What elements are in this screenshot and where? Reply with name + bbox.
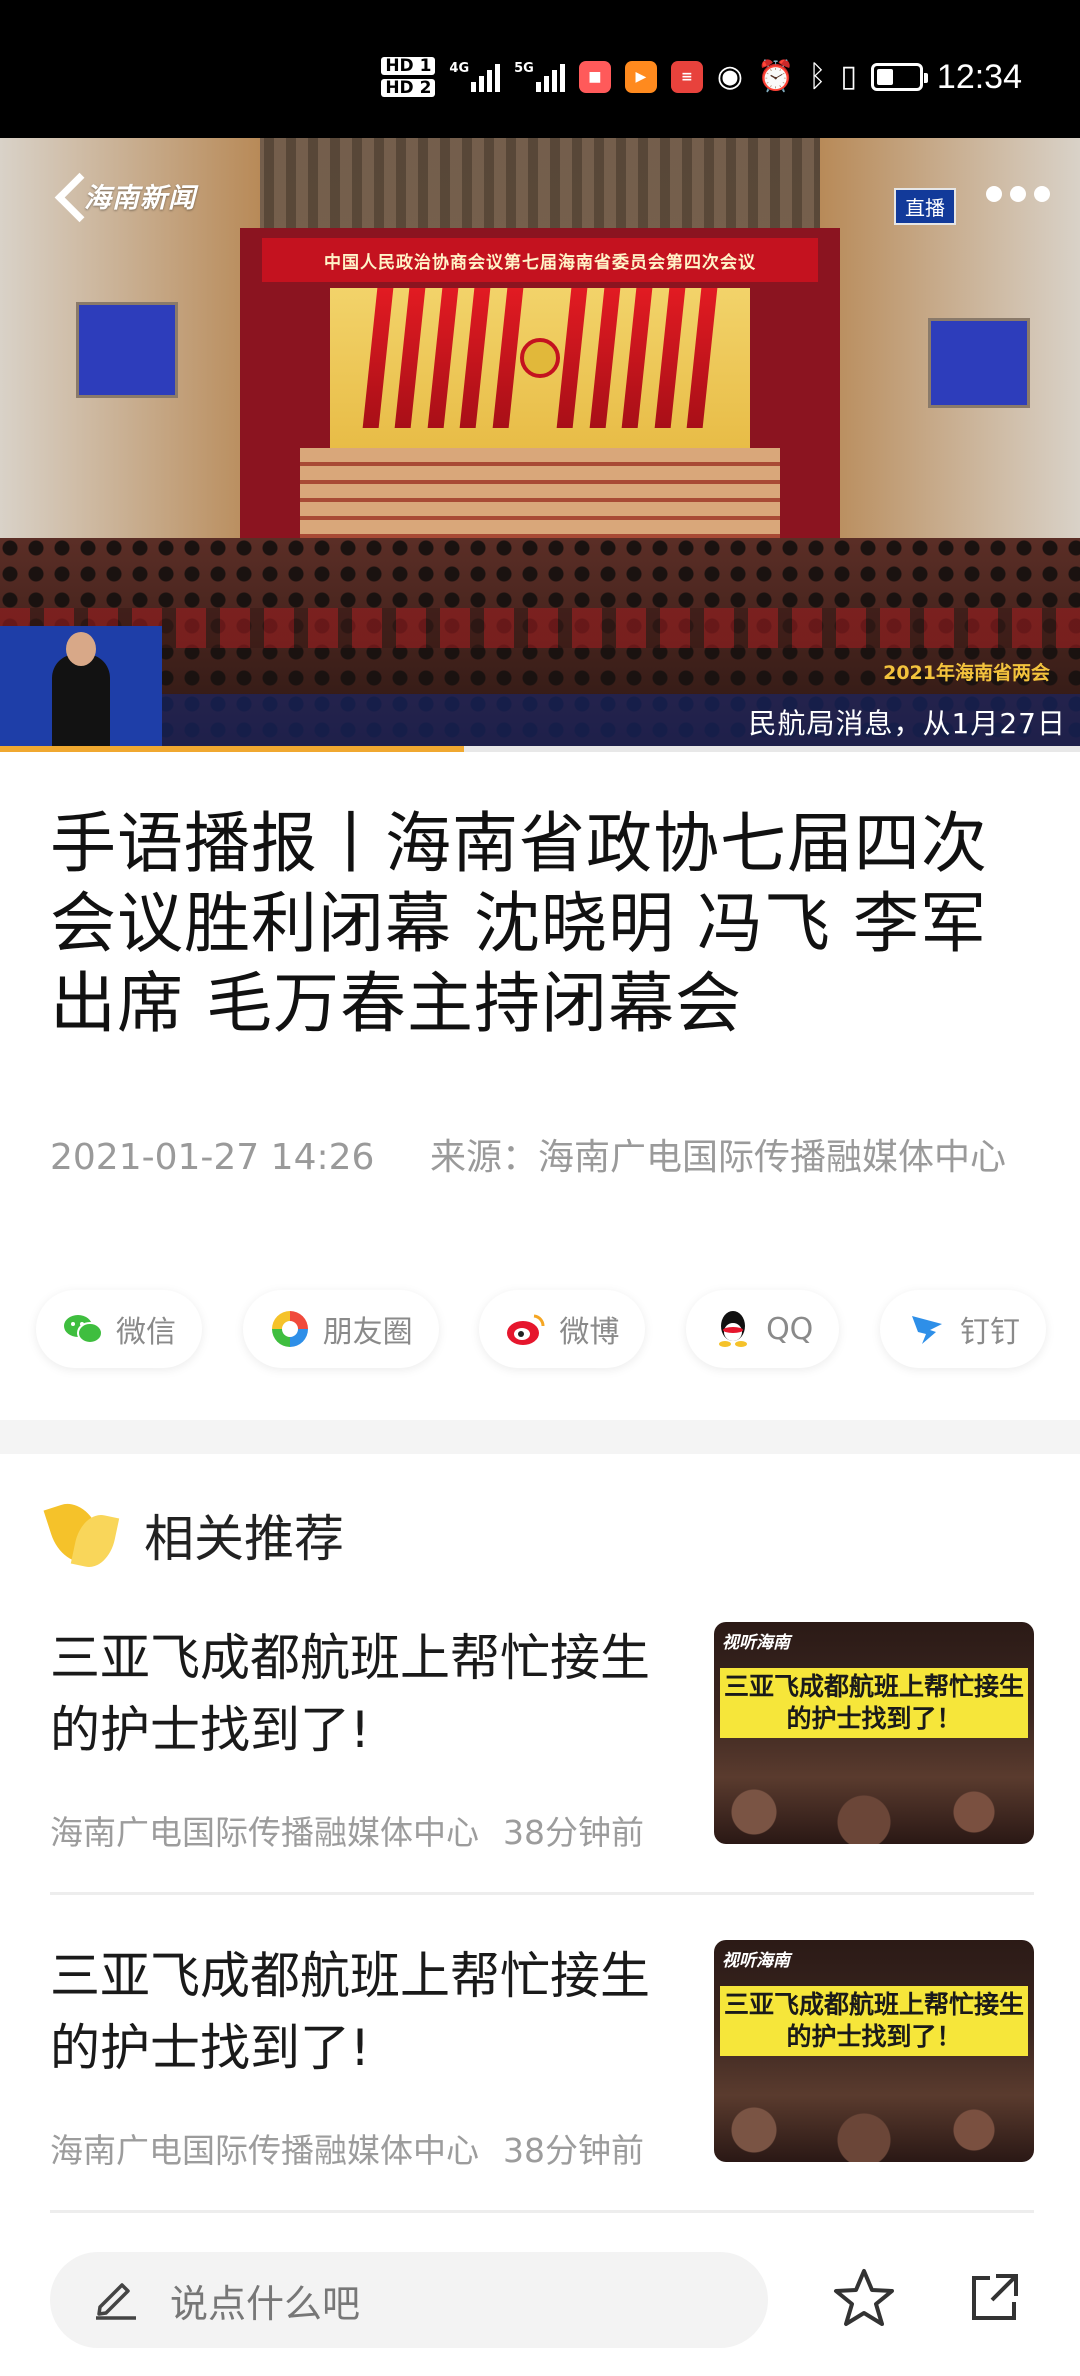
signal-4g-icon: 4G <box>449 62 501 92</box>
ticker-text: 民航局消息，从1月27日 <box>748 707 1066 740</box>
live-badge: 直播 <box>894 188 956 225</box>
recommend-item-source: 海南广电国际传播融媒体中心 <box>50 2131 479 2170</box>
dingtalk-icon <box>906 1308 948 1350</box>
share-qq-button[interactable]: QQ <box>686 1290 840 1368</box>
share-label: 微博 <box>559 1315 620 1350</box>
app-logo: 海南新闻 <box>84 183 196 214</box>
recommend-item-time: 38分钟前 <box>503 1813 644 1852</box>
thumb-people <box>714 2080 1034 2162</box>
status-icons: HD 1 HD 2 4G 5G ■ ▶ ≡ ◉ ⏰ ᛒ ▯ 12:34 <box>381 52 1022 102</box>
eye-comfort-icon: ◉ <box>716 59 744 94</box>
share-weibo-button[interactable]: 微博 <box>479 1290 646 1368</box>
pencil-icon <box>90 2271 140 2330</box>
recommend-item-thumbnail: 视听海南 三亚飞成都航班上帮忙接生的护士找到了！ <box>714 1940 1034 2162</box>
recommend-item-time: 38分钟前 <box>503 2131 644 2170</box>
news-app-icon: ≡ <box>670 61 703 93</box>
stage-dais <box>300 448 780 538</box>
bluetooth-icon: ᛒ <box>808 59 827 94</box>
star-icon <box>832 2267 896 2333</box>
thumb-people <box>714 1762 1034 1844</box>
emblem <box>520 338 560 378</box>
hd1-label: HD 1 <box>381 57 436 75</box>
app-notification-icon: ■ <box>578 61 611 93</box>
recommend-item[interactable]: 三亚飞成都航班上帮忙接生的护士找到了! 海南广电国际传播融媒体中心 38分钟前 … <box>50 1622 1034 1862</box>
thumb-logo: 视听海南 <box>722 1633 790 1653</box>
external-share-icon <box>966 2270 1022 2330</box>
recommend-item-thumbnail: 视听海南 三亚飞成都航班上帮忙接生的护士找到了！ <box>714 1622 1034 1844</box>
thumb-caption: 三亚飞成都航班上帮忙接生的护士找到了！ <box>720 1668 1028 1738</box>
article-source: 来源：海南广电国际传播融媒体中心 <box>430 1137 1007 1178</box>
comment-input[interactable]: 说点什么吧 <box>50 2252 768 2348</box>
share-label: 朋友圈 <box>322 1315 413 1350</box>
alarm-icon: ⏰ <box>757 59 795 94</box>
battery-icon <box>870 63 928 91</box>
share-label: QQ <box>766 1311 814 1347</box>
more-options-button[interactable] <box>986 186 1050 202</box>
recommend-item[interactable]: 三亚飞成都航班上帮忙接生的护士找到了! 海南广电国际传播融媒体中心 38分钟前 … <box>50 1940 1034 2180</box>
share-label: 钉钉 <box>959 1315 1020 1350</box>
vibrate-icon: ▯ <box>840 59 857 94</box>
publish-date: 2021-01-27 14:26 <box>50 1137 375 1178</box>
audience-seats <box>0 608 1080 648</box>
weibo-icon <box>505 1308 547 1350</box>
thumb-logo: 视听海南 <box>722 1951 790 1971</box>
video-progress-bar[interactable] <box>0 746 1080 752</box>
leaf-icon <box>46 1498 118 1572</box>
signal-5g-icon: 5G <box>514 62 565 92</box>
hall-banner: 中国人民政治协商会议第七届海南省委员会第四次会议 <box>262 238 818 282</box>
recommend-heading: 相关推荐 <box>144 1510 344 1568</box>
recommend-item-source: 海南广电国际传播融媒体中心 <box>50 1813 479 1852</box>
share-moments-button[interactable]: 朋友圈 <box>242 1290 439 1368</box>
video-app-icon: ▶ <box>624 61 657 93</box>
section-divider <box>0 1420 1080 1454</box>
bottom-bar: 说点什么吧 <box>0 2234 1080 2376</box>
qq-icon <box>712 1308 754 1350</box>
status-bar: HD 1 HD 2 4G 5G ■ ▶ ≡ ◉ ⏰ ᛒ ▯ 12:34 <box>0 0 1080 138</box>
item-separator <box>50 2210 1034 2213</box>
share-wechat-button[interactable]: 微信 <box>36 1290 202 1368</box>
side-screen-right <box>928 318 1030 408</box>
news-ticker: 民航局消息，从1月27日 <box>162 694 1080 746</box>
favorite-button[interactable] <box>828 2264 900 2336</box>
sign-language-interpreter <box>0 626 162 746</box>
comment-placeholder: 说点什么吧 <box>170 2281 361 2326</box>
moments-icon <box>269 1308 311 1350</box>
wechat-icon <box>62 1308 104 1350</box>
share-row: 微信 朋友圈 微博 QQ 钉钉 <box>36 1290 1046 1368</box>
recommend-item-title: 三亚飞成都航班上帮忙接生的护士找到了! <box>50 1629 650 1759</box>
video-player[interactable]: 中国人民政治协商会议第七届海南省委员会第四次会议 民航局消息，从1月27日 20… <box>0 138 1080 752</box>
side-screen-left <box>76 302 178 398</box>
recommend-item-meta: 海南广电国际传播融媒体中心 38分钟前 <box>50 2124 710 2172</box>
recommend-header: 相关推荐 <box>46 1498 344 1572</box>
recommend-item-meta: 海南广电国际传播融媒体中心 38分钟前 <box>50 1806 710 1854</box>
hd2-label: HD 2 <box>381 79 436 97</box>
share-label: 微信 <box>116 1315 176 1350</box>
share-dingtalk-button[interactable]: 钉钉 <box>879 1290 1046 1368</box>
hd-indicators: HD 1 HD 2 <box>381 57 436 97</box>
share-button[interactable] <box>958 2264 1030 2336</box>
clock: 12:34 <box>936 57 1022 96</box>
article-title: 手语播报丨海南省政协七届四次会议胜利闭幕 沈晓明 冯飞 李军出席 毛万春主持闭幕… <box>50 805 988 1042</box>
thumb-caption: 三亚飞成都航班上帮忙接生的护士找到了！ <box>720 1986 1028 2056</box>
recommend-item-title: 三亚飞成都航班上帮忙接生的护士找到了! <box>50 1947 650 2077</box>
event-label: 2021年海南省两会 <box>883 662 1050 684</box>
item-separator <box>50 1892 1034 1895</box>
article-meta: 2021-01-27 14:26 来源：海南广电国际传播融媒体中心 <box>50 1132 1030 1184</box>
progress-played <box>0 746 465 752</box>
